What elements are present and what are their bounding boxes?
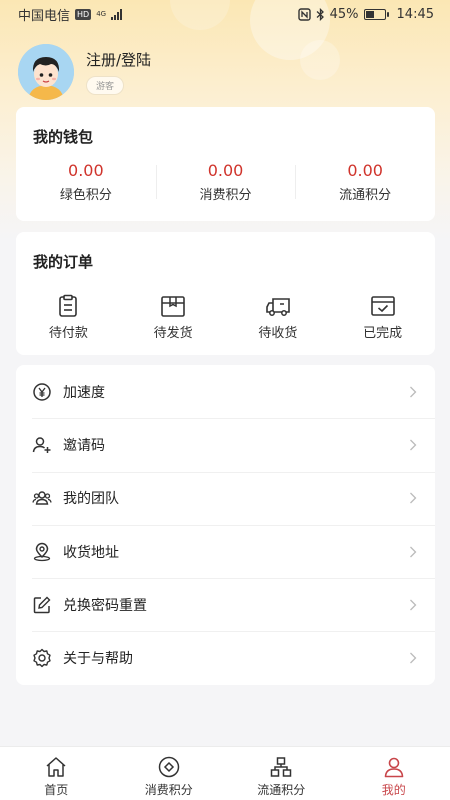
menu-item-about-help[interactable]: 关于与帮助 bbox=[16, 631, 435, 684]
hierarchy-icon bbox=[271, 757, 292, 777]
clock: 14:45 bbox=[396, 6, 434, 22]
login-link[interactable]: 注册/登陆 bbox=[86, 49, 151, 70]
location-icon bbox=[33, 542, 51, 561]
order-label: 待发货 bbox=[153, 326, 193, 341]
wallet-value: 0.00 bbox=[68, 161, 104, 180]
tab-circulation-points[interactable]: 流通积分 bbox=[225, 747, 338, 800]
battery-percent: 45% bbox=[329, 6, 359, 22]
order-label: 待付款 bbox=[48, 326, 88, 341]
menu-item-acceleration[interactable]: 加速度 bbox=[16, 365, 435, 418]
yen-circle-icon bbox=[33, 382, 51, 401]
avatar-illustration bbox=[18, 44, 74, 100]
wallet-item-consumption-points[interactable]: 0.00 消费积分 bbox=[155, 161, 296, 203]
bottom-tab-bar: 首页 消费积分 流通积分 我的 bbox=[0, 746, 450, 800]
wallet-label: 绿色积分 bbox=[59, 188, 112, 203]
carrier-name: 中国电信 bbox=[18, 8, 71, 24]
menu-label: 我的团队 bbox=[63, 491, 119, 508]
order-completed[interactable]: 已完成 bbox=[330, 294, 435, 341]
tab-label: 首页 bbox=[44, 783, 69, 797]
chevron-right-icon bbox=[410, 599, 417, 611]
battery-icon bbox=[363, 8, 389, 20]
diamond-icon bbox=[158, 756, 179, 778]
order-label: 已完成 bbox=[363, 326, 403, 341]
add-user-icon bbox=[32, 437, 51, 453]
user-icon bbox=[384, 757, 404, 778]
menu-label: 兑换密码重置 bbox=[63, 597, 147, 614]
menu-item-invite-code[interactable]: 邀请码 bbox=[16, 418, 435, 471]
avatar[interactable] bbox=[18, 44, 74, 100]
wallet-value: 0.00 bbox=[207, 161, 244, 180]
wallet-title: 我的钱包 bbox=[33, 128, 94, 146]
tab-consumption-points[interactable]: 消费积分 bbox=[113, 747, 226, 800]
menu-label: 邀请码 bbox=[63, 437, 105, 454]
edit-icon bbox=[33, 596, 51, 614]
tab-label: 流通积分 bbox=[257, 783, 306, 797]
hd-badge: HD bbox=[75, 8, 92, 20]
tab-label: 我的 bbox=[381, 783, 406, 797]
wallet-label: 消费积分 bbox=[199, 188, 252, 203]
orders-title: 我的订单 bbox=[33, 253, 94, 271]
wallet-item-green-points[interactable]: 0.00 绿色积分 bbox=[16, 161, 156, 203]
home-icon bbox=[46, 757, 66, 777]
box-icon bbox=[161, 296, 185, 317]
chevron-right-icon bbox=[410, 386, 417, 398]
gear-icon bbox=[33, 648, 51, 668]
menu-item-password-reset[interactable]: 兑换密码重置 bbox=[16, 578, 435, 631]
menu-item-my-team[interactable]: 我的团队 bbox=[16, 471, 435, 525]
guest-badge: 游客 bbox=[86, 76, 125, 95]
tab-mine[interactable]: 我的 bbox=[338, 747, 450, 800]
order-pending-payment[interactable]: 待付款 bbox=[16, 294, 121, 341]
menu-label: 收货地址 bbox=[63, 544, 119, 561]
order-label: 待收货 bbox=[258, 326, 298, 341]
signal-icon bbox=[111, 8, 123, 20]
check-box-icon bbox=[370, 296, 395, 316]
menu-label: 关于与帮助 bbox=[63, 651, 133, 668]
order-pending-receipt[interactable]: 待收货 bbox=[226, 294, 331, 341]
nfc-icon bbox=[297, 7, 311, 21]
menu-item-shipping-address[interactable]: 收货地址 bbox=[16, 524, 435, 578]
menu-list: 加速度 邀请码 我的团队 收货地址 兑换密码重置 关于与帮助 bbox=[16, 365, 435, 685]
team-icon bbox=[32, 491, 52, 505]
profile-header[interactable]: 注册/登陆 游客 bbox=[18, 44, 151, 100]
wallet-label: 流通积分 bbox=[339, 188, 392, 203]
wallet-item-circulation-points[interactable]: 0.00 流通积分 bbox=[295, 161, 435, 203]
chevron-right-icon bbox=[410, 652, 417, 664]
chevron-right-icon bbox=[410, 492, 417, 504]
menu-label: 加速度 bbox=[63, 384, 105, 401]
network-type: 4G bbox=[96, 9, 107, 18]
truck-icon bbox=[266, 298, 290, 316]
chevron-right-icon bbox=[410, 546, 417, 557]
order-pending-shipment[interactable]: 待发货 bbox=[121, 294, 226, 341]
wallet-card: 我的钱包 0.00 绿色积分 0.00 消费积分 0.00 流通积分 bbox=[16, 107, 435, 221]
tab-home[interactable]: 首页 bbox=[0, 747, 113, 800]
wallet-value: 0.00 bbox=[347, 161, 383, 180]
orders-card: 我的订单 待付款 待发货 待收货 已完成 bbox=[16, 232, 435, 355]
status-bar: 中国电信 HD 4G 45% 14:45 bbox=[0, 0, 450, 28]
chevron-right-icon bbox=[410, 439, 417, 451]
tab-label: 消费积分 bbox=[144, 783, 193, 797]
clipboard-icon bbox=[59, 294, 78, 317]
bluetooth-icon bbox=[316, 7, 324, 21]
